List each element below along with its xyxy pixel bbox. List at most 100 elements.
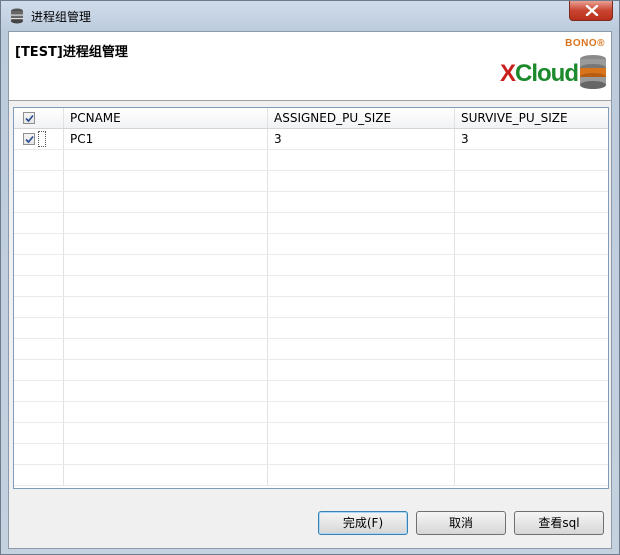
empty-cell xyxy=(268,297,455,317)
empty-cell xyxy=(455,402,608,422)
empty-cell xyxy=(268,402,455,422)
empty-cell xyxy=(14,192,64,212)
database-stack-icon xyxy=(580,55,606,89)
empty-cell xyxy=(455,423,608,443)
column-header-pcname[interactable]: PCNAME xyxy=(64,108,268,128)
column-header-assigned-pu-size[interactable]: ASSIGNED_PU_SIZE xyxy=(268,108,455,128)
finish-button[interactable]: 完成(F) xyxy=(318,511,408,535)
empty-table-row xyxy=(14,192,608,213)
empty-cell xyxy=(268,465,455,485)
select-all-checkbox[interactable] xyxy=(23,112,35,124)
empty-cell xyxy=(268,192,455,212)
empty-cell xyxy=(14,444,64,464)
dialog-client-area: [TEST]进程组管理 BONO® XCloud PCNAME ASSIGNED… xyxy=(8,31,612,549)
empty-cell xyxy=(14,171,64,191)
close-icon xyxy=(585,5,599,16)
header-checkbox-cell xyxy=(14,108,64,128)
empty-cell xyxy=(268,360,455,380)
empty-table-row xyxy=(14,381,608,402)
empty-cell xyxy=(64,402,268,422)
empty-cell xyxy=(455,171,608,191)
empty-table-row xyxy=(14,255,608,276)
cancel-button[interactable]: 取消 xyxy=(416,511,506,535)
empty-table-row xyxy=(14,360,608,381)
empty-cell xyxy=(268,255,455,275)
empty-cell xyxy=(14,360,64,380)
empty-cell xyxy=(268,318,455,338)
empty-table-row xyxy=(14,444,608,465)
empty-table-row xyxy=(14,423,608,444)
logo-cloud-word: Cloud xyxy=(515,60,579,87)
table-header-row: PCNAME ASSIGNED_PU_SIZE SURVIVE_PU_SIZE xyxy=(14,108,608,129)
empty-table-row xyxy=(14,171,608,192)
empty-cell xyxy=(14,234,64,254)
empty-cell xyxy=(455,276,608,296)
empty-cell xyxy=(455,339,608,359)
empty-cell xyxy=(14,213,64,233)
empty-cell xyxy=(268,339,455,359)
table-row[interactable]: PC1 3 3 xyxy=(14,129,608,150)
empty-table-row xyxy=(14,339,608,360)
empty-cell xyxy=(64,234,268,254)
empty-cell xyxy=(64,297,268,317)
close-button[interactable] xyxy=(569,1,613,21)
empty-cell xyxy=(455,255,608,275)
empty-table-row xyxy=(14,465,608,486)
process-group-table: PCNAME ASSIGNED_PU_SIZE SURVIVE_PU_SIZE … xyxy=(13,107,609,489)
empty-cell xyxy=(64,423,268,443)
empty-cell xyxy=(268,234,455,254)
empty-cell xyxy=(64,318,268,338)
logo-x-letter: X xyxy=(500,60,516,87)
title-bar[interactable]: 进程组管理 xyxy=(1,1,619,31)
empty-cell xyxy=(455,234,608,254)
empty-table-row xyxy=(14,276,608,297)
row-checkbox[interactable] xyxy=(23,133,35,145)
dialog-window: 进程组管理 [TEST]进程组管理 BONO® XCloud PCNAME AS… xyxy=(0,0,620,555)
cell-survive-pu-size[interactable]: 3 xyxy=(455,129,608,149)
cell-assigned-pu-size[interactable]: 3 xyxy=(268,129,455,149)
empty-table-row xyxy=(14,318,608,339)
empty-cell xyxy=(64,150,268,170)
empty-cell xyxy=(64,444,268,464)
empty-cell xyxy=(268,171,455,191)
empty-cell xyxy=(455,381,608,401)
empty-cell xyxy=(64,339,268,359)
cell-pcname[interactable]: PC1 xyxy=(64,129,268,149)
focus-indicator xyxy=(38,131,46,147)
xcloud-logo: BONO® XCloud xyxy=(498,36,608,94)
empty-cell xyxy=(14,465,64,485)
logo-bono-text: BONO® xyxy=(565,38,605,49)
view-sql-button[interactable]: 查看sql xyxy=(514,511,604,535)
empty-cell xyxy=(14,297,64,317)
empty-table-row xyxy=(14,150,608,171)
empty-table-row xyxy=(14,297,608,318)
empty-cell xyxy=(455,213,608,233)
empty-cell xyxy=(64,360,268,380)
empty-cell xyxy=(268,213,455,233)
empty-cell xyxy=(14,381,64,401)
empty-cell xyxy=(455,192,608,212)
empty-cell xyxy=(455,297,608,317)
empty-cell xyxy=(14,423,64,443)
checkmark-icon xyxy=(25,135,34,144)
empty-cell xyxy=(455,465,608,485)
empty-cell xyxy=(14,318,64,338)
empty-cell xyxy=(268,150,455,170)
empty-cell xyxy=(14,276,64,296)
empty-cell xyxy=(64,255,268,275)
empty-cell xyxy=(14,339,64,359)
empty-cell xyxy=(455,150,608,170)
column-header-survive-pu-size[interactable]: SURVIVE_PU_SIZE xyxy=(455,108,608,128)
logo-xcloud-text: XCloud xyxy=(500,60,579,88)
empty-cell xyxy=(268,276,455,296)
empty-cell xyxy=(455,360,608,380)
row-checkbox-cell xyxy=(14,129,64,149)
empty-table-row xyxy=(14,402,608,423)
empty-cell xyxy=(64,192,268,212)
empty-table-row xyxy=(14,213,608,234)
empty-table-row xyxy=(14,234,608,255)
checkmark-icon xyxy=(25,114,34,123)
empty-cell xyxy=(268,381,455,401)
page-title: [TEST]进程组管理 xyxy=(15,45,128,60)
empty-cell xyxy=(455,444,608,464)
